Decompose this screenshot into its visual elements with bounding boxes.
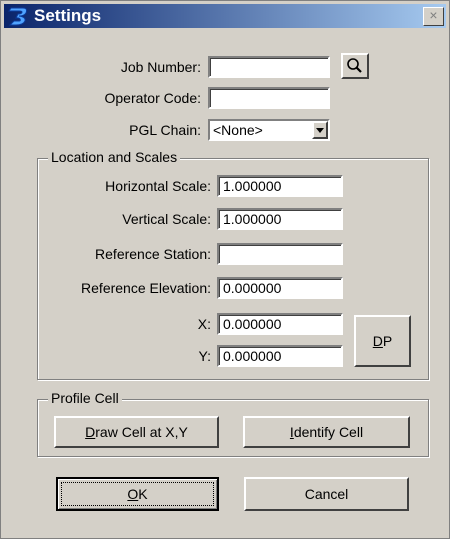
horizontal-scale-label: Horizontal Scale:: [105, 178, 211, 194]
reference-station-field[interactable]: [217, 243, 343, 265]
pgl-chain-label: PGL Chain:: [129, 122, 201, 138]
title-bar[interactable]: Settings ×: [4, 4, 446, 28]
job-number-label: Job Number:: [120, 59, 201, 75]
dp-button-label: P: [382, 333, 393, 349]
window-title: Settings: [34, 6, 102, 25]
ok-button-label: K: [138, 486, 148, 502]
job-search-button[interactable]: [341, 53, 369, 79]
magnifier-icon: [347, 58, 362, 73]
draw-cell-button[interactable]: Draw Cell at X,Y: [54, 416, 219, 448]
y-label: Y:: [198, 348, 211, 364]
pgl-chain-value: <None>: [213, 122, 263, 138]
identify-cell-label: dentify Cell: [293, 424, 364, 440]
x-field[interactable]: 0.000000: [217, 313, 343, 335]
settings-dialog: Settings × Job Number: Operator Code: PG…: [0, 0, 450, 539]
y-field[interactable]: 0.000000: [217, 345, 343, 367]
down-arrow-icon: [316, 128, 324, 133]
identify-cell-button[interactable]: Identify Cell: [243, 416, 410, 448]
dp-button-mnemonic: D: [372, 333, 383, 349]
reference-elevation-field[interactable]: 0.000000: [217, 277, 343, 299]
profile-cell-legend: Profile Cell: [48, 390, 122, 406]
pgl-chain-select[interactable]: <None>: [208, 119, 330, 141]
cancel-button[interactable]: Cancel: [244, 477, 409, 511]
horizontal-scale-field[interactable]: 1.000000: [217, 175, 343, 197]
close-button[interactable]: ×: [423, 7, 444, 26]
reference-station-label: Reference Station:: [95, 246, 211, 262]
pgl-chain-dropdown-button[interactable]: [312, 121, 328, 139]
geopak-icon: [8, 7, 28, 26]
ok-button-mnemonic: O: [127, 486, 139, 502]
location-scales-legend: Location and Scales: [48, 149, 181, 165]
dp-button[interactable]: DP: [354, 315, 411, 367]
ok-button[interactable]: OK: [56, 477, 219, 511]
vertical-scale-field[interactable]: 1.000000: [217, 208, 343, 230]
vertical-scale-label: Vertical Scale:: [122, 211, 211, 227]
draw-cell-mnemonic: D: [85, 424, 96, 440]
draw-cell-label: raw Cell at X,Y: [95, 424, 188, 440]
job-number-field[interactable]: [208, 56, 330, 78]
operator-code-field[interactable]: [208, 87, 330, 109]
x-label: X:: [197, 316, 211, 332]
operator-code-label: Operator Code:: [104, 90, 202, 106]
reference-elevation-label: Reference Elevation:: [81, 280, 211, 296]
